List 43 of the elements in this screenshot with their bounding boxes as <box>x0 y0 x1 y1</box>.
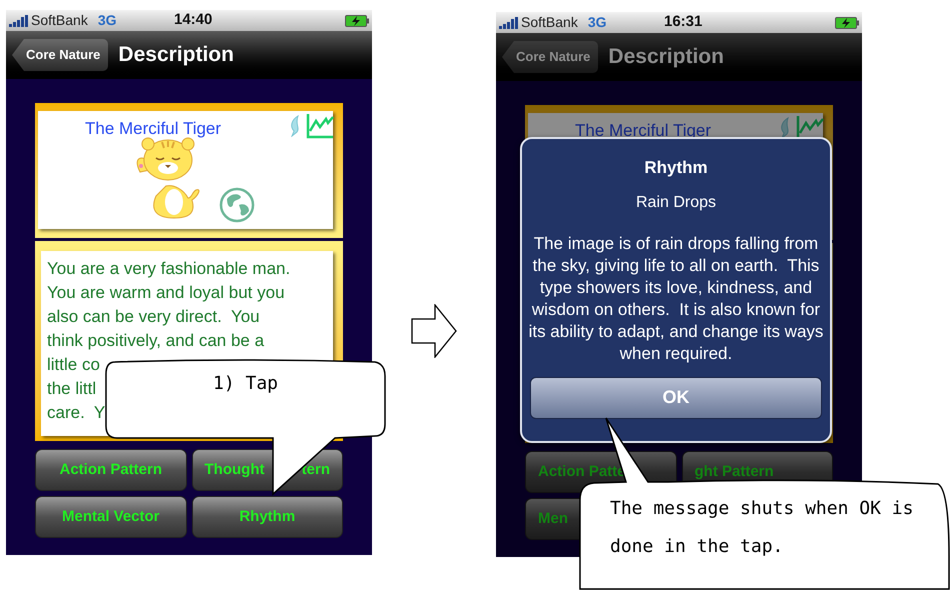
button-label: Men <box>538 508 568 529</box>
description-line: also can be very direct. You <box>47 306 260 328</box>
menu-button[interactable]: Action Pattern <box>35 449 186 491</box>
droplet-icon <box>288 115 302 137</box>
droplet-icon <box>778 117 792 139</box>
button-label: ght Pattern <box>694 462 774 482</box>
screen-title: Description <box>118 42 234 68</box>
description-line: You are warm and loyal but you <box>47 282 285 304</box>
button-label: tern <box>302 460 330 480</box>
callout-text: 1) Tap <box>212 372 280 396</box>
right-arrow-drawing <box>411 304 457 358</box>
screen-title: Description <box>608 44 724 70</box>
back-button[interactable]: Core Nature <box>12 39 108 71</box>
carrier-name: SoftBank <box>31 11 88 30</box>
network-type: 3G <box>98 11 117 30</box>
button-label: Action Pattern <box>59 460 162 480</box>
signal-icon <box>9 14 29 26</box>
button-label: Mental Vector <box>62 506 160 527</box>
description-line: think positively, and can be a <box>47 330 264 352</box>
description-line: the littl <box>47 378 96 400</box>
status-time: 16:31 <box>664 12 702 32</box>
button-label: Thought <box>204 460 264 480</box>
network-type: 3G <box>588 13 607 32</box>
menu-button[interactable]: Mental Vector <box>35 496 186 538</box>
carrier-name: SoftBank <box>521 13 578 32</box>
callout-text: The message shuts when OK is done in the tap. <box>610 497 914 559</box>
alert-title: Rhythm <box>644 157 708 179</box>
button-label: Rhythm <box>239 506 296 527</box>
globe-icon <box>219 187 255 223</box>
battery-icon <box>835 16 859 28</box>
back-button[interactable]: Core Nature <box>502 41 598 73</box>
description-line: little co <box>47 354 100 376</box>
alert-message: The image is of rain drops falling from the sky, giving life to all on earth. This type showers its love, kindness, and wisdom on others. It is also known for its ability to adapt, and change its ways when required. <box>528 232 824 364</box>
description-line: care. Y <box>47 402 106 424</box>
card-title: The Merciful Tiger <box>85 118 222 140</box>
description-line: You are a very fashionable man. <box>47 258 290 280</box>
menu-button[interactable]: Rhythm <box>192 496 343 538</box>
battery-icon <box>345 14 369 26</box>
status-time: 14:40 <box>174 10 212 30</box>
ok-button[interactable]: OK <box>530 376 822 418</box>
line-chart-icon <box>306 113 334 139</box>
alert-subtitle: Rain Drops <box>636 192 716 212</box>
signal-icon <box>499 16 519 28</box>
